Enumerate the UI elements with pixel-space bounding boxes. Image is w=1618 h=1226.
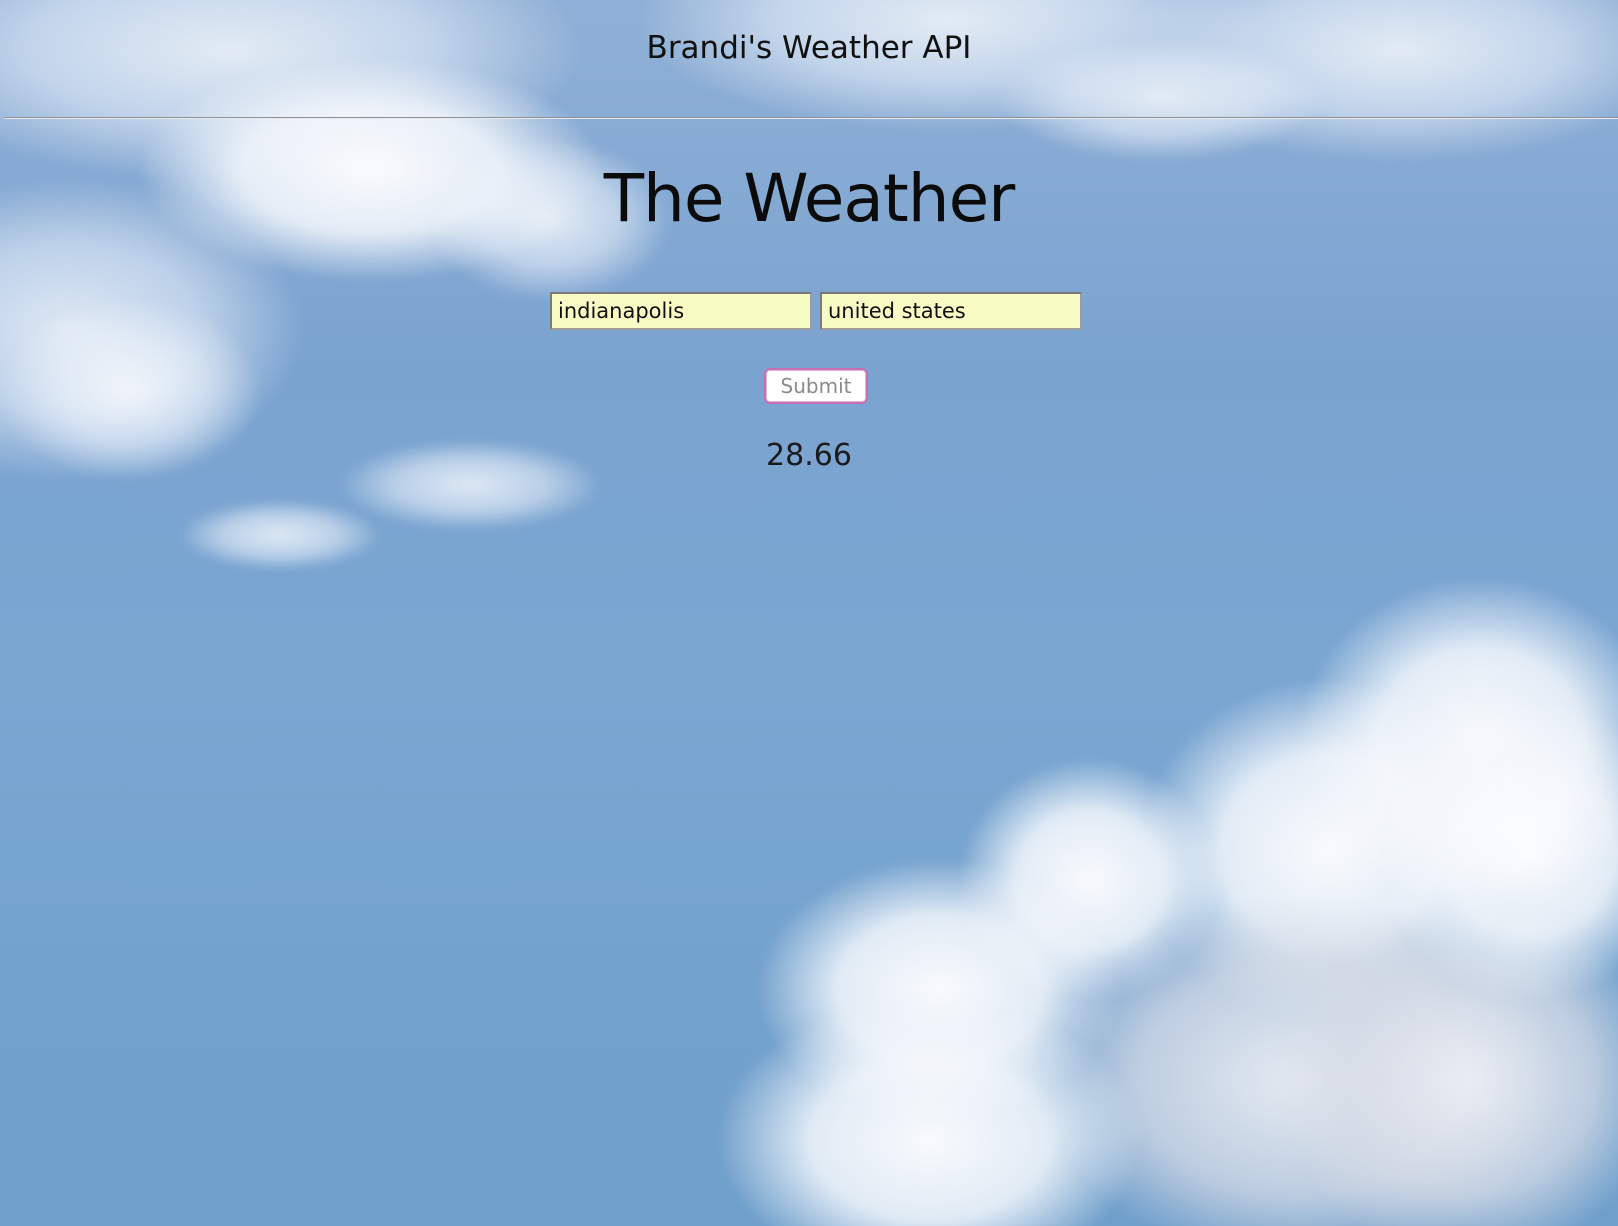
cloud: [180, 500, 380, 570]
site-title: Brandi's Weather API: [646, 30, 972, 66]
country-input[interactable]: [820, 292, 1082, 330]
page-title: The Weather: [603, 160, 1016, 237]
temperature-result: 28.66: [766, 438, 852, 473]
header-divider: [4, 117, 1618, 119]
site-header: Brandi's Weather API: [0, 0, 1618, 119]
submit-button[interactable]: Submit: [764, 368, 868, 404]
city-input[interactable]: [550, 292, 812, 330]
